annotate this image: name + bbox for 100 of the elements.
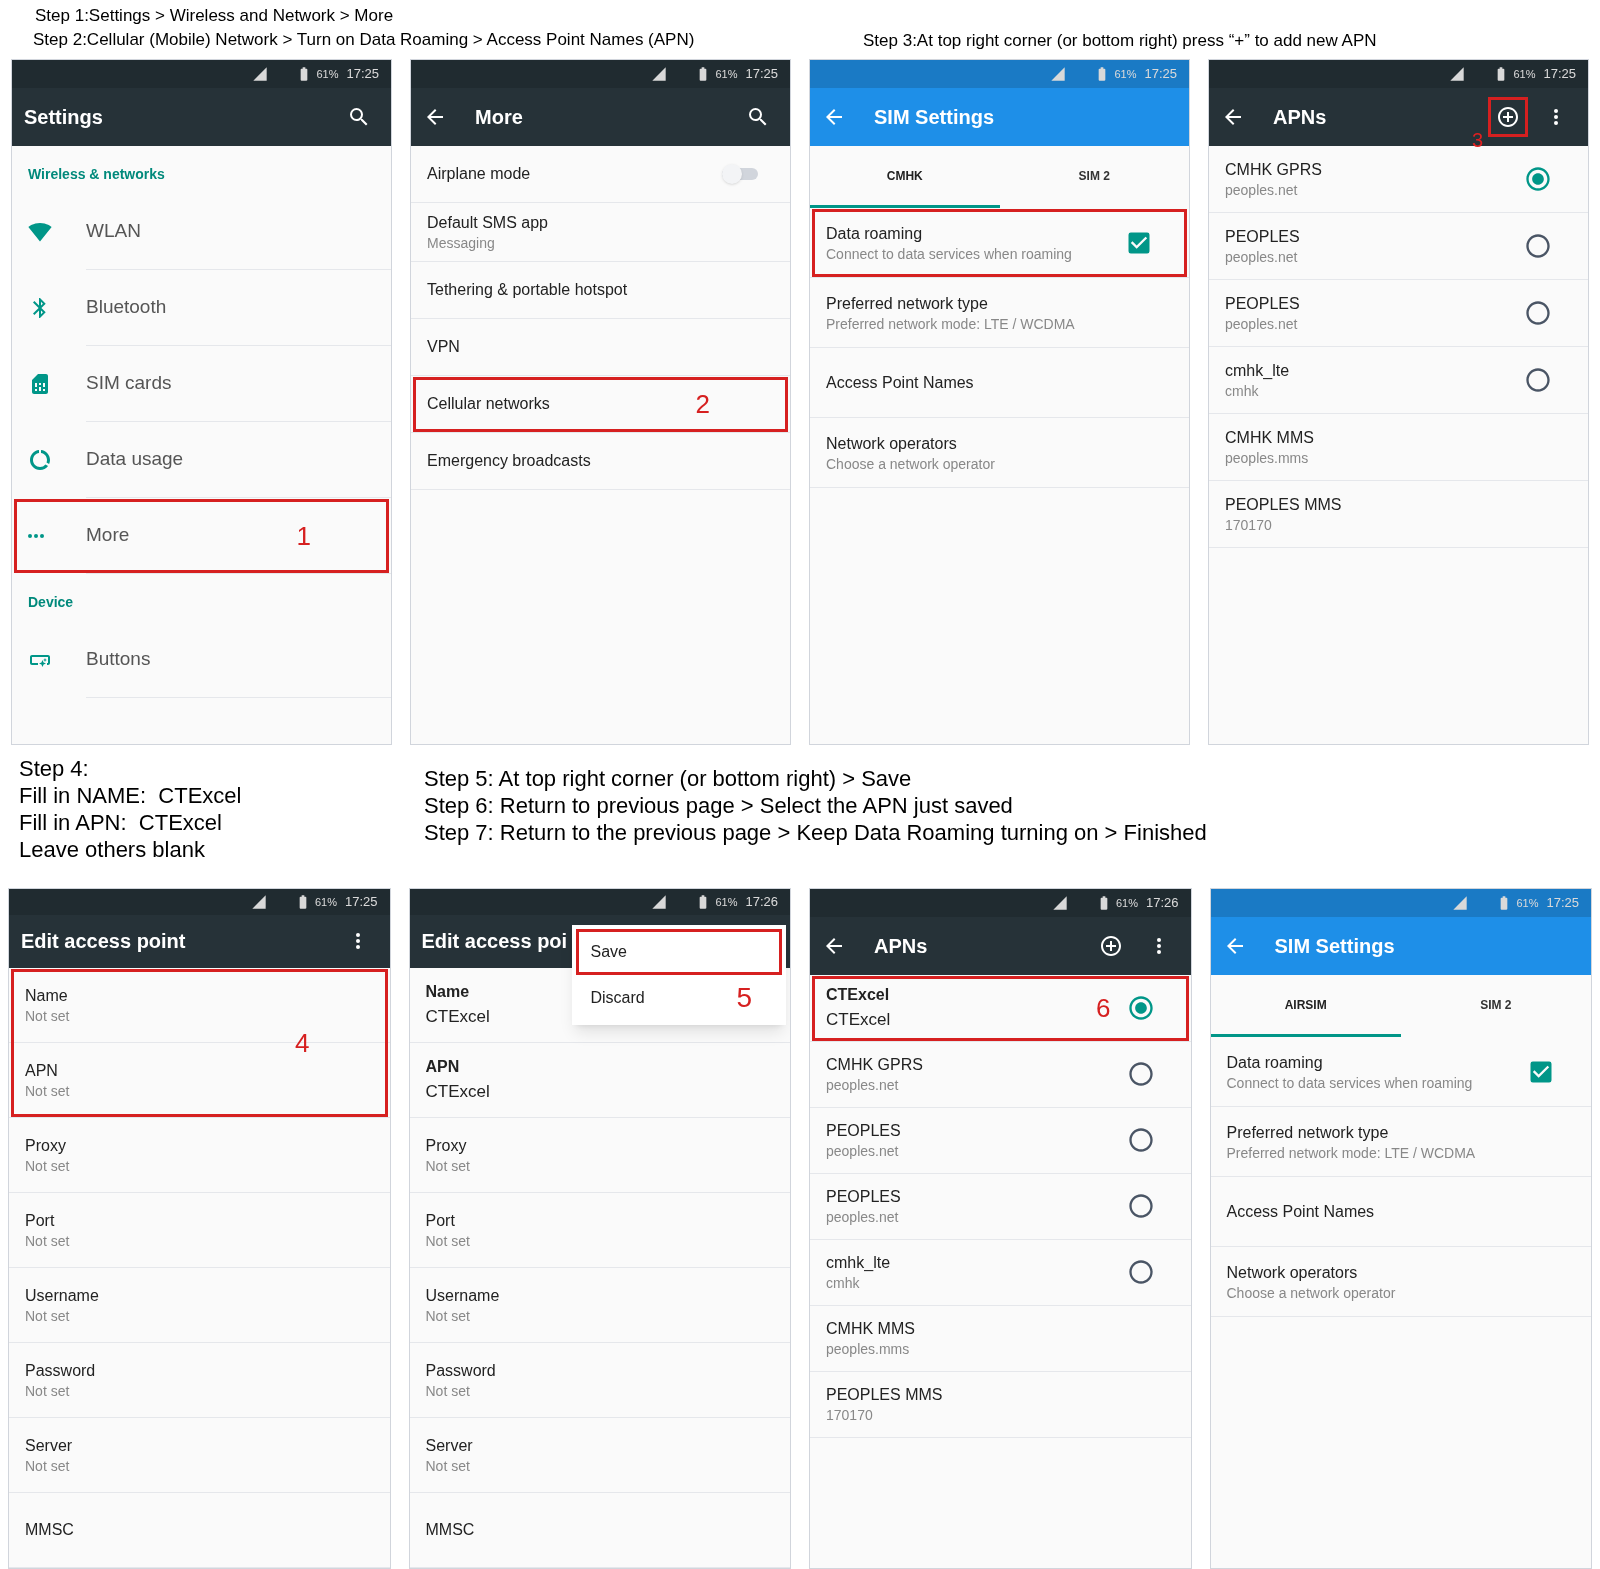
screen-title: Edit access poi (421, 929, 568, 955)
step-text: Leave others blank (19, 836, 205, 863)
item-title[interactable]: PEOPLES MMS (1225, 493, 1342, 518)
item-title[interactable]: Access Point Names (1226, 1199, 1375, 1224)
item-title[interactable]: PEOPLES (826, 1119, 901, 1144)
item-title[interactable]: cmhk_lte (1225, 359, 1290, 384)
item-title[interactable]: CTExcel (826, 983, 890, 1007)
battery-level: 61% (1513, 66, 1536, 82)
item-title[interactable]: MMSC (425, 1518, 475, 1542)
battery-level: 61% (1114, 66, 1137, 82)
settings-item[interactable]: More (86, 521, 130, 550)
clock-time: 17:25 (344, 893, 378, 912)
tab[interactable]: SIM 2 (1400, 975, 1591, 1037)
item-title[interactable]: Default SMS app (427, 211, 548, 235)
item-title[interactable]: Port (25, 1209, 55, 1234)
step-number: 1 (296, 519, 311, 553)
item-title[interactable]: MMSC (25, 1518, 74, 1542)
step-text: Step 4: (19, 755, 89, 782)
item-subtitle: Not set (25, 1383, 70, 1401)
item-title[interactable]: Server (25, 1434, 73, 1459)
item-subtitle: cmhk (1225, 383, 1259, 401)
item-title[interactable]: APN (25, 1059, 58, 1084)
item-title[interactable]: Network operators (826, 431, 957, 456)
item-title[interactable]: Port (425, 1209, 455, 1234)
tab[interactable]: SIM 2 (999, 146, 1189, 208)
item-title[interactable]: Password (425, 1359, 496, 1384)
settings-item[interactable]: WLAN (86, 217, 141, 246)
radio-button[interactable] (1126, 1060, 1155, 1088)
item-title[interactable]: Airplane mode (427, 162, 531, 186)
item-title[interactable]: CMHK GPRS (1225, 158, 1322, 183)
radio-button[interactable] (1524, 165, 1552, 193)
wifi-icon (28, 220, 52, 244)
item-subtitle: CTExcel (425, 1006, 490, 1029)
screen-title: SIM Settings (874, 105, 994, 130)
item-title[interactable]: Proxy (25, 1134, 66, 1159)
item-title[interactable]: Data roaming (826, 221, 923, 246)
toggle-switch[interactable] (722, 166, 758, 182)
item-title[interactable]: PEOPLES MMS (826, 1383, 943, 1408)
item-title[interactable]: cmhk_lte (826, 1251, 891, 1276)
item-title[interactable]: Network operators (1226, 1260, 1358, 1285)
item-title[interactable]: Username (425, 1284, 500, 1309)
battery-level: 61% (316, 66, 339, 82)
menu-item[interactable]: Discard (575, 975, 696, 1021)
item-title[interactable]: VPN (427, 334, 460, 359)
screen-title: Settings (24, 105, 103, 130)
menu-item[interactable]: Save (575, 929, 782, 975)
item-title[interactable]: Preferred network type (1226, 1120, 1389, 1145)
item-title[interactable]: Password (25, 1359, 96, 1384)
step-number: 2 (695, 387, 710, 421)
dots-icon (28, 534, 44, 538)
item-title[interactable]: PEOPLES (1225, 225, 1300, 250)
item-title[interactable]: Tethering & portable hotspot (427, 277, 628, 302)
item-title[interactable]: APN (425, 1055, 460, 1080)
battery-level: 61% (1115, 895, 1138, 911)
item-subtitle: Connect to data services when roaming (826, 245, 1072, 264)
settings-item[interactable]: Buttons (86, 645, 151, 674)
item-title[interactable]: Emergency broadcasts (427, 448, 591, 473)
battery-level: 61% (1516, 895, 1539, 911)
item-title[interactable]: Cellular networks (427, 391, 550, 416)
item-title[interactable]: Access Point Names (826, 370, 974, 395)
clock-time: 17:25 (346, 65, 379, 84)
clock-time: 17:25 (745, 65, 778, 84)
item-title[interactable]: Username (25, 1284, 99, 1309)
settings-item[interactable]: SIM cards (86, 369, 172, 398)
settings-item[interactable]: Bluetooth (86, 293, 167, 322)
item-subtitle: Preferred network mode: LTE / WCDMA (1226, 1144, 1476, 1163)
item-subtitle: peoples.net (1225, 316, 1298, 334)
radio-button[interactable] (1126, 993, 1155, 1022)
item-subtitle: Not set (425, 1383, 470, 1401)
item-title[interactable]: Name (425, 980, 470, 1005)
step-text: Fill in NAME: CTExcel (19, 782, 242, 809)
item-title[interactable]: Name (25, 984, 68, 1009)
ring-icon (28, 448, 52, 472)
item-title[interactable]: Preferred network type (826, 291, 988, 316)
item-title[interactable]: CMHK MMS (826, 1317, 915, 1342)
item-title[interactable]: Server (425, 1434, 473, 1459)
radio-button[interactable] (1126, 1258, 1155, 1286)
radio-button[interactable] (1524, 366, 1552, 394)
item-subtitle: peoples.mms (826, 1341, 910, 1359)
step-text: Fill in APN: CTExcel (19, 809, 222, 836)
screen-title: APNs (1273, 105, 1327, 130)
signal-icon (252, 66, 269, 82)
tab[interactable]: CMHK (810, 146, 1000, 208)
radio-button[interactable] (1524, 232, 1552, 260)
item-title[interactable]: CMHK MMS (1225, 426, 1314, 451)
item-title[interactable]: Data roaming (1226, 1050, 1323, 1075)
item-title[interactable]: Proxy (425, 1134, 467, 1159)
tab[interactable]: AIRSIM (1210, 975, 1401, 1037)
radio-button[interactable] (1126, 1192, 1155, 1220)
step-text: Step 3:At top right corner (or bottom right) press “+” to add new APN (863, 29, 1377, 52)
item-title[interactable]: PEOPLES (826, 1185, 901, 1210)
screen-title: SIM Settings (1274, 934, 1395, 959)
add-button[interactable] (1488, 97, 1528, 137)
radio-button[interactable] (1524, 299, 1552, 327)
clock-time: 17:25 (1144, 65, 1177, 84)
item-title[interactable]: PEOPLES (1225, 292, 1300, 317)
radio-button[interactable] (1126, 1126, 1155, 1154)
settings-item[interactable]: Data usage (86, 445, 184, 474)
item-subtitle: CTExcel (425, 1081, 490, 1104)
item-title[interactable]: CMHK GPRS (826, 1053, 923, 1078)
